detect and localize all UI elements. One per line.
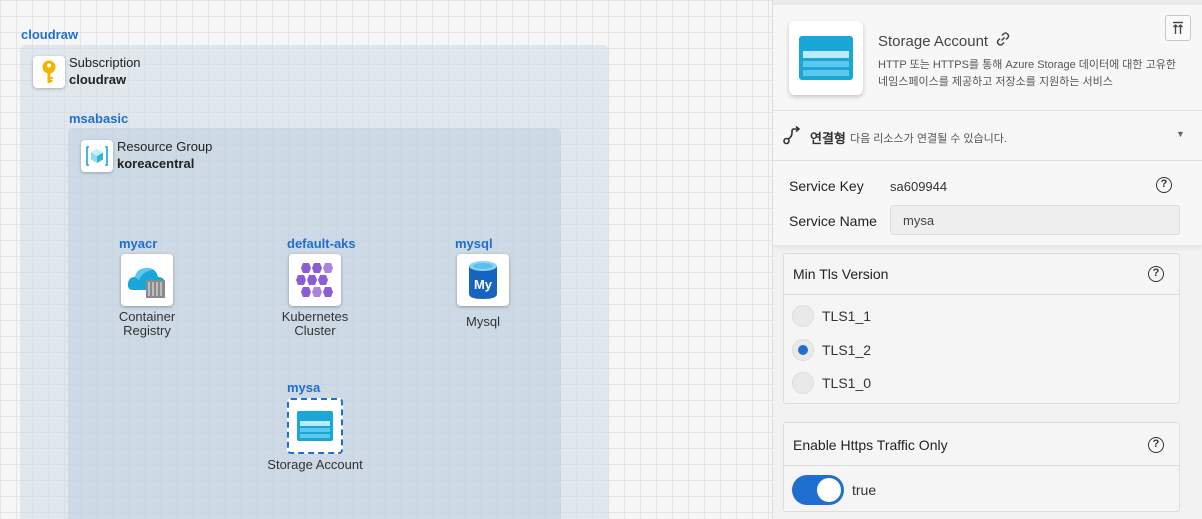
- divider: [784, 294, 1179, 295]
- node-label: Kubernetes Cluster: [281, 309, 349, 338]
- resource-group-text: Resource Group koreacentral: [117, 138, 212, 172]
- radio-label: TLS1_0: [822, 375, 872, 391]
- radio-label: TLS1_2: [822, 342, 872, 358]
- https-only-label: Enable Https Traffic Only: [793, 437, 948, 453]
- storage-account-icon[interactable]: [287, 398, 343, 454]
- radio-label: TLS1_1: [822, 308, 872, 324]
- https-only-card: Enable Https Traffic Only ? true: [783, 422, 1180, 512]
- https-only-toggle[interactable]: [792, 475, 844, 505]
- panel-title-row: Storage Account: [878, 31, 1011, 51]
- panel-title: Storage Account: [878, 32, 989, 50]
- resource-group-name: koreacentral: [117, 156, 195, 171]
- panel-description: HTTP 또는 HTTPS를 통해 Azure Storage 데이터에 대한 …: [878, 59, 1176, 88]
- service-form: Service Key sa609944 ? Service Name: [773, 161, 1202, 245]
- connector-icon: [783, 125, 803, 150]
- node-label: Mysql: [466, 314, 500, 329]
- service-name-input[interactable]: [890, 205, 1180, 235]
- help-icon[interactable]: ?: [1148, 437, 1164, 453]
- https-only-value: true: [852, 482, 877, 498]
- collapse-top-icon: [1173, 21, 1183, 34]
- radio-option-tls1-0[interactable]: TLS1_0: [792, 372, 871, 394]
- node-mysql[interactable]: mysql My Mysql: [433, 236, 533, 329]
- diagram-canvas[interactable]: cloudraw Subscription cloudraw msabasic …: [0, 0, 772, 519]
- node-name: default-aks: [287, 236, 356, 251]
- collapse-panel-button[interactable]: [1165, 15, 1191, 41]
- node-name: mysql: [455, 236, 493, 251]
- min-tls-label: Min Tls Version: [793, 266, 889, 282]
- radio-button[interactable]: [792, 339, 814, 361]
- connection-section[interactable]: 연결형 다음 리소스가 연결될 수 있습니다. ▼: [773, 110, 1202, 161]
- kubernetes-cluster-icon[interactable]: [289, 254, 341, 306]
- container-registry-icon[interactable]: [121, 254, 173, 306]
- radio-option-tls1-1[interactable]: TLS1_1: [792, 305, 871, 327]
- subscription-type: Subscription: [69, 55, 141, 70]
- radio-option-tls1-2[interactable]: TLS1_2: [792, 339, 871, 361]
- subscription-name: cloudraw: [69, 72, 127, 87]
- radio-button[interactable]: [792, 305, 814, 327]
- connection-description: 다음 리소스가 연결될 수 있습니다.: [850, 133, 1007, 145]
- node-mysa[interactable]: mysa Storage Account: [265, 380, 365, 472]
- radio-button[interactable]: [792, 372, 814, 394]
- connection-title: 연결형: [810, 131, 846, 146]
- node-myacr[interactable]: myacr Container Registry: [97, 236, 197, 338]
- storage-account-logo-icon: [789, 21, 863, 95]
- caret-down-icon[interactable]: ▼: [1176, 129, 1185, 139]
- svg-text:My: My: [474, 277, 493, 292]
- node-label: Storage Account: [267, 457, 363, 472]
- node-name: myacr: [119, 236, 158, 251]
- node-default-aks[interactable]: default-aks Kubernetes Cluster: [265, 236, 365, 338]
- properties-panel: Storage Account HTTP 또는 HTTPS를 통해 Azure …: [772, 0, 1202, 519]
- service-name-label: Service Name: [789, 213, 877, 229]
- node-name: mysa: [287, 380, 321, 395]
- service-key-value: sa609944: [890, 179, 948, 194]
- resource-group-type: Resource Group: [117, 139, 213, 154]
- node-label: Container Registry: [118, 309, 176, 338]
- panel-header: Storage Account HTTP 또는 HTTPS를 통해 Azure …: [773, 0, 1202, 110]
- divider: [784, 465, 1179, 466]
- min-tls-card: Min Tls Version ? TLS1_1 TLS1_2 TLS1_0: [783, 253, 1180, 404]
- subscription-text: Subscription cloudraw: [69, 54, 141, 88]
- link-icon[interactable]: [995, 31, 1011, 51]
- root-group-label[interactable]: cloudraw: [21, 27, 78, 42]
- subscription-icon[interactable]: [33, 56, 65, 88]
- resource-group-icon[interactable]: [81, 140, 113, 172]
- mysql-icon[interactable]: My: [457, 254, 509, 306]
- service-key-label: Service Key: [789, 178, 864, 194]
- help-icon[interactable]: ?: [1156, 177, 1172, 193]
- subscription-group-label[interactable]: msabasic: [69, 111, 128, 126]
- help-icon[interactable]: ?: [1148, 266, 1164, 282]
